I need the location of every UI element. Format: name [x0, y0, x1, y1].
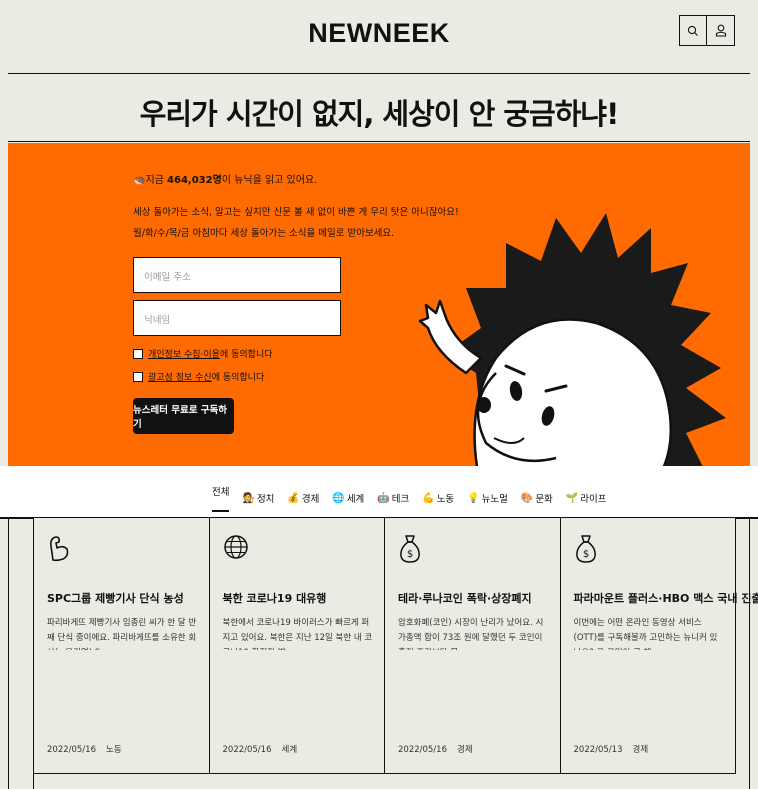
robot-icon: 🤖 — [377, 492, 390, 504]
logo[interactable]: NEWNEEK — [8, 18, 750, 49]
article-summary: 이번에는 어떤 온라인 동영상 서비스(OTT)를 구독해볼까 고민하는 뉴니커… — [573, 618, 718, 650]
article-category: 경제 — [632, 745, 649, 755]
muscle-icon: 💪 — [422, 492, 435, 504]
header-actions — [679, 15, 735, 46]
tab-label: 노동 — [436, 494, 455, 505]
article-category: 노동 — [106, 745, 122, 755]
article-summary: 북한에서 코로나19 바이러스가 빠르게 퍼지고 있어요. 북한은 지난 12일… — [222, 618, 373, 650]
tab-new-normal[interactable]: 💡 뉴노멀 — [467, 484, 508, 512]
email-field[interactable]: 이메일 주소 — [133, 257, 341, 293]
article-card[interactable]: $ 파라마운트 플러스·HBO 맥스 국내 진출 이번에는 어떤 온라인 동영상… — [560, 518, 758, 774]
politics-icon: 🧑‍⚖️ — [242, 492, 255, 504]
subscribe-button[interactable]: 뉴스레터 무료로 구독하기 — [133, 398, 234, 434]
category-bar: 전체 🧑‍⚖️ 정치 💰 경제 🌐 세계 🤖 테크 💪 노동 💡 뉴노멀 🎨 문화 🌱 라이프 — [0, 466, 758, 518]
article-date: 2022/05/16 — [47, 745, 96, 755]
article-date: 2022/05/13 — [573, 745, 623, 755]
hero-title: 우리가 시간이 없지, 세상이 안 궁금하냐! — [139, 97, 620, 131]
hero-title-band: 우리가 시간이 없지, 세상이 안 궁금하냐! — [8, 74, 750, 142]
tab-life[interactable]: 🌱 라이프 — [566, 484, 607, 512]
divider — [749, 518, 750, 789]
divider — [736, 518, 758, 519]
tab-culture[interactable]: 🎨 문화 — [521, 484, 553, 512]
tab-label: 전체 — [212, 487, 230, 498]
user-button[interactable] — [707, 15, 735, 46]
article-card[interactable]: 북한 코로나19 대유행 북한에서 코로나19 바이러스가 빠르게 퍼지고 있어… — [209, 518, 385, 774]
article-title[interactable]: 파라마운트 플러스·HBO 맥스 국내 진출 — [574, 590, 758, 606]
description-line-2: 월/화/수/목/금 아침마다 세상 돌아가는 소식을 메일로 받아보세요. — [133, 228, 395, 239]
article-category: 세계 — [281, 745, 298, 755]
user-icon — [715, 24, 726, 37]
divider — [8, 518, 9, 789]
money-bag-icon: $ — [575, 535, 596, 563]
tab-label: 테크 — [391, 494, 410, 505]
tab-label: 정치 — [256, 494, 275, 505]
article-meta: 2022/05/16 경제 — [398, 743, 473, 755]
site-header: NEWNEEK — [8, 0, 750, 74]
svg-text:$: $ — [582, 549, 588, 560]
article-title[interactable]: 테라·루나코인 폭락·상장폐지 — [398, 590, 532, 606]
article-date: 2022/05/16 — [222, 745, 272, 755]
article-title[interactable]: 북한 코로나19 대유행 — [223, 590, 327, 606]
subscribe-section: 🦔지금 464,032명이 뉴닉을 읽고 있어요. 세상 돌아가는 소식, 알고… — [8, 143, 750, 466]
tab-label: 문화 — [535, 494, 553, 505]
privacy-link[interactable]: 개인정보 수집·이용 — [148, 347, 220, 360]
stat-count: 464,032명 — [167, 175, 222, 186]
ad-checkbox[interactable] — [133, 371, 143, 382]
article-card[interactable]: SPC그룹 제빵기사 단식 농성 파리바게뜨 제빵기사 임종린 씨가 한 달 반… — [34, 518, 210, 774]
palette-icon: 🎨 — [520, 492, 534, 504]
tab-label: 뉴노멀 — [481, 494, 508, 505]
muscle-icon — [50, 536, 69, 562]
article-summary: 파리바게뜨 제빵기사 임종린 씨가 한 달 반째 단식 중이에요. 파리바게뜨를… — [47, 618, 197, 650]
article-summary: 암호화폐(코인) 시장이 난리가 났어요. 시가총액 합이 73조 원에 달했던… — [398, 618, 544, 650]
money-icon: 💰 — [287, 492, 300, 504]
article-meta: 2022/05/16 세계 — [223, 743, 298, 755]
category-tabs: 전체 🧑‍⚖️ 정치 💰 경제 🌐 세계 🤖 테크 💪 노동 💡 뉴노멀 🎨 문화 🌱 라이프 — [212, 484, 606, 512]
globe-icon: 🌐 — [332, 492, 345, 504]
tab-labor[interactable]: 💪 노동 — [422, 484, 454, 512]
divider — [0, 518, 33, 519]
article-category: 경제 — [457, 745, 473, 755]
svg-text:$: $ — [407, 549, 413, 560]
tab-label: 경제 — [301, 494, 320, 505]
stat-prefix: 지금 — [145, 175, 168, 186]
search-icon — [687, 25, 698, 36]
article-meta: 2022/05/13 경제 — [574, 743, 649, 755]
lightbulb-icon: 💡 — [467, 492, 480, 504]
hedgehog-mini-icon: 🦔 — [133, 175, 146, 186]
sprout-icon: 🌱 — [565, 492, 579, 504]
tab-label: 세계 — [346, 494, 365, 505]
tab-economy[interactable]: 💰 경제 — [287, 484, 319, 512]
ad-consent[interactable]: 광고성 정보 수신 에 동의합니다 — [133, 370, 264, 383]
reader-count: 🦔지금 464,032명이 뉴닉을 읽고 있어요. — [133, 171, 317, 186]
stat-suffix: 이 뉴닉을 읽고 있어요. — [221, 175, 318, 186]
article-meta: 2022/05/16 노동 — [47, 743, 122, 755]
article-card[interactable]: $ 테라·루나코인 폭락·상장폐지 암호화폐(코인) 시장이 난리가 났어요. … — [385, 518, 561, 774]
search-button[interactable] — [679, 15, 707, 46]
hedgehog-illustration — [418, 213, 726, 466]
privacy-checkbox[interactable] — [133, 348, 143, 359]
ad-link[interactable]: 광고성 정보 수신 — [148, 370, 212, 383]
nickname-field[interactable]: 닉네임 — [133, 300, 341, 336]
ad-consent-text: 에 동의합니다 — [211, 373, 265, 383]
tab-all[interactable]: 전체 — [212, 484, 230, 512]
tab-politics[interactable]: 🧑‍⚖️ 정치 — [242, 484, 274, 512]
privacy-consent[interactable]: 개인정보 수집·이용 에 동의합니다 — [133, 347, 273, 360]
tab-world[interactable]: 🌐 세계 — [332, 484, 364, 512]
article-date: 2022/05/16 — [398, 745, 447, 755]
tab-tech[interactable]: 🤖 테크 — [377, 484, 409, 512]
globe-icon — [223, 535, 248, 559]
privacy-consent-text: 에 동의합니다 — [219, 350, 273, 360]
tab-label: 라이프 — [580, 494, 607, 505]
page: NEWNEEK 우리가 시간이 없지, 세상이 안 궁금하냐! 🦔지금 464,… — [0, 0, 758, 789]
article-grid: SPC그룹 제빵기사 단식 농성 파리바게뜨 제빵기사 임종린 씨가 한 달 반… — [33, 518, 758, 789]
money-bag-icon: $ — [400, 535, 420, 563]
article-title[interactable]: SPC그룹 제빵기사 단식 농성 — [47, 590, 184, 606]
